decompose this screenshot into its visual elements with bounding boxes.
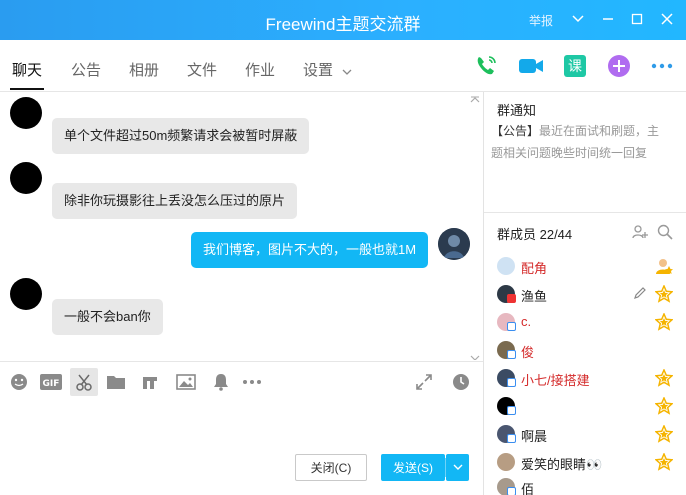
- message-bubble[interactable]: 单个文件超过50m频繁请求会被暂时屏蔽: [52, 118, 310, 154]
- notice-title: 群通知: [497, 103, 537, 118]
- emoji-icon[interactable]: [9, 372, 29, 392]
- edit-icon[interactable]: [633, 286, 647, 300]
- panel-divider: [483, 92, 484, 495]
- scroll-down-icon[interactable]: [470, 350, 480, 360]
- member-item[interactable]: 啊晨: [497, 423, 682, 447]
- device-badge: [507, 406, 516, 415]
- more-icon[interactable]: [650, 54, 674, 78]
- screenshot-icon[interactable]: [70, 368, 98, 396]
- chat-messages[interactable]: 单个文件超过50m频繁请求会被暂时屏蔽 除非你玩摄影往上丢没怎么压过的原片 我们…: [0, 92, 484, 360]
- video-call-icon[interactable]: [518, 54, 543, 78]
- title-bar: Freewind主题交流群 举报: [0, 0, 686, 40]
- admin-star-icon: [655, 313, 673, 331]
- admin-star-icon: [655, 453, 673, 471]
- tab-chat[interactable]: 聊天: [12, 59, 42, 80]
- status-badge: [507, 294, 516, 303]
- member-name: 俊: [521, 345, 535, 360]
- member-item[interactable]: 俊: [497, 339, 682, 363]
- class-icon[interactable]: 课: [563, 54, 587, 78]
- bell-icon[interactable]: [211, 372, 231, 392]
- svg-text:课: 课: [568, 59, 582, 75]
- admin-star-icon: [655, 425, 673, 443]
- report-button[interactable]: 举报: [529, 12, 553, 29]
- member-item[interactable]: 爱笑的眼睛👀: [497, 451, 682, 475]
- member-item[interactable]: c.: [497, 311, 682, 335]
- search-icon[interactable]: [657, 224, 673, 243]
- member-item[interactable]: [497, 395, 682, 419]
- device-badge: [507, 434, 516, 443]
- member-item[interactable]: 佰: [497, 476, 682, 495]
- gif-label: GIF: [43, 379, 60, 389]
- member-name: c.: [521, 314, 532, 329]
- message-input[interactable]: [0, 398, 483, 448]
- member-name: 啊晨: [521, 429, 548, 444]
- member-item[interactable]: 配角: [497, 255, 682, 279]
- invite-member-icon[interactable]: [632, 224, 648, 243]
- message-bubble-self[interactable]: 我们博客，图片不大的，一般也就1M: [191, 232, 429, 268]
- more-tools-icon[interactable]: [242, 372, 262, 392]
- composer-divider: [0, 361, 484, 362]
- member-name: 爱笑的眼睛👀: [521, 457, 603, 472]
- device-badge: [507, 487, 516, 495]
- members-title: 群成员 22/44: [497, 227, 573, 242]
- send-button-divider: [445, 458, 446, 477]
- minimize-icon[interactable]: [597, 8, 619, 30]
- device-badge: [507, 378, 516, 387]
- voice-call-icon[interactable]: [474, 54, 498, 78]
- send-options-button[interactable]: [446, 454, 469, 481]
- tab-announcement[interactable]: 公告: [71, 59, 101, 80]
- chevron-down-icon: [453, 464, 462, 470]
- self-avatar[interactable]: [438, 228, 470, 260]
- maximize-icon[interactable]: [626, 8, 648, 30]
- notice-content[interactable]: 【公告】最近在面试和刷题，主题相关问题晚些时间统一回复: [491, 120, 671, 164]
- member-item[interactable]: 渔鱼: [497, 283, 682, 307]
- member-name: 佰: [521, 482, 535, 495]
- mini-program-icon[interactable]: [140, 372, 160, 392]
- message-bubble[interactable]: 除非你玩摄影往上丢没怎么压过的原片: [52, 183, 298, 219]
- folder-icon[interactable]: [106, 372, 126, 392]
- send-button[interactable]: 发送(S): [381, 454, 445, 481]
- notice-tag: 【公告】: [491, 124, 540, 138]
- image-icon[interactable]: [176, 372, 196, 392]
- member-avatar: [497, 257, 515, 275]
- tab-settings[interactable]: 设置: [303, 59, 333, 80]
- chevron-down-icon[interactable]: [567, 8, 589, 30]
- device-badge: [507, 322, 516, 331]
- sender-avatar[interactable]: [10, 162, 42, 194]
- settings-chevron-icon[interactable]: [342, 64, 352, 79]
- member-name: 配角: [521, 261, 548, 276]
- message-bubble[interactable]: 一般不会ban你: [52, 299, 163, 335]
- member-item[interactable]: 小七/接搭建: [497, 367, 682, 391]
- admin-star-icon: [655, 397, 673, 415]
- add-app-icon[interactable]: [607, 54, 631, 78]
- member-avatar: [497, 453, 515, 471]
- active-tab-indicator: [10, 88, 44, 90]
- device-badge: [507, 350, 516, 359]
- close-button[interactable]: 关闭(C): [295, 454, 367, 481]
- panel-separator: [484, 212, 686, 213]
- close-icon[interactable]: [656, 8, 678, 30]
- scroll-up-icon[interactable]: [470, 92, 480, 107]
- history-icon[interactable]: [451, 372, 471, 392]
- sender-avatar[interactable]: [10, 278, 42, 310]
- owner-icon: [656, 259, 673, 274]
- member-name: 小七/接搭建: [521, 373, 590, 388]
- sender-avatar[interactable]: [10, 97, 42, 129]
- tab-album[interactable]: 相册: [129, 59, 159, 80]
- member-name: 渔鱼: [521, 289, 548, 304]
- expand-icon[interactable]: [414, 372, 434, 392]
- tab-bar: 聊天 公告 相册 文件 作业 设置 课: [0, 40, 686, 92]
- gif-icon[interactable]: GIF: [39, 372, 63, 392]
- tab-files[interactable]: 文件: [187, 59, 217, 80]
- admin-star-icon: [655, 285, 673, 303]
- tab-homework[interactable]: 作业: [245, 59, 275, 80]
- admin-star-icon: [655, 369, 673, 387]
